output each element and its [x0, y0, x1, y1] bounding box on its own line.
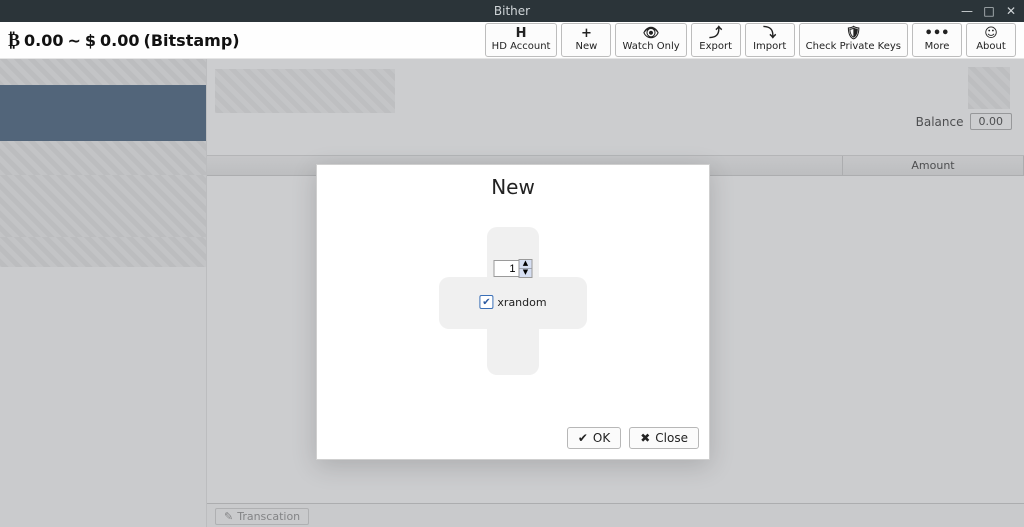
- watch-only-button[interactable]: 👁 Watch Only: [615, 23, 686, 57]
- import-icon: ⤵: [763, 27, 776, 41]
- export-button[interactable]: ⤴ Export: [691, 23, 741, 57]
- amount-header: Amount: [843, 156, 1024, 175]
- hd-account-icon: H: [516, 27, 527, 41]
- close-button[interactable]: ✖ Close: [629, 427, 699, 449]
- check-private-keys-label: Check Private Keys: [806, 42, 901, 53]
- smiley-icon: ☺: [984, 27, 998, 41]
- window-title: Bither: [494, 4, 530, 18]
- new-dialog: New ▲ ▼ ✔ xrandom ✔ OK ✖ Close: [316, 164, 710, 460]
- more-icon: •••: [925, 27, 950, 41]
- new-button[interactable]: + New: [561, 23, 611, 57]
- import-label: Import: [753, 42, 786, 53]
- usd-prefix: $: [85, 31, 96, 50]
- import-button[interactable]: ⤵ Import: [745, 23, 795, 57]
- close-label: Close: [655, 431, 688, 445]
- sidebar-item[interactable]: [0, 237, 206, 267]
- about-label: About: [976, 42, 1006, 53]
- balance-label: Balance: [916, 115, 964, 129]
- header-row: ₿ 0.00 ~ $ 0.00 (Bitstamp) H HD Account …: [0, 22, 1024, 59]
- more-label: More: [925, 42, 950, 53]
- xrandom-row: ✔ xrandom: [479, 295, 546, 309]
- ok-label: OK: [593, 431, 610, 445]
- sidebar-item[interactable]: [0, 59, 206, 85]
- sidebar-item[interactable]: [0, 175, 206, 237]
- close-icon[interactable]: ✕: [1004, 0, 1018, 22]
- title-bar: Bither — □ ✕: [0, 0, 1024, 22]
- maximize-icon[interactable]: □: [982, 0, 996, 22]
- more-button[interactable]: ••• More: [912, 23, 962, 57]
- account-detail: Balance 0.00: [207, 59, 1024, 156]
- sidebar: [0, 59, 207, 527]
- x-icon: ✖: [640, 431, 650, 445]
- address-blur: [215, 69, 395, 113]
- transaction-label: Transcation: [237, 510, 300, 523]
- watch-only-label: Watch Only: [622, 42, 679, 53]
- body: Balance 0.00 Amount ✎ Transcation New ▲: [0, 59, 1024, 527]
- sidebar-item-selected[interactable]: [0, 85, 206, 141]
- minimize-icon[interactable]: —: [960, 0, 974, 22]
- tilde: ~: [68, 31, 81, 50]
- footer: ✎ Transcation: [207, 503, 1024, 527]
- pencil-icon: ✎: [224, 510, 233, 523]
- transaction-button[interactable]: ✎ Transcation: [215, 508, 309, 525]
- ok-button[interactable]: ✔ OK: [567, 427, 621, 449]
- export-label: Export: [699, 42, 732, 53]
- exchange-name: (Bitstamp): [144, 31, 240, 50]
- dialog-actions: ✔ OK ✖ Close: [567, 427, 699, 449]
- btc-amount: 0.00: [24, 31, 63, 50]
- balance-box: Balance 0.00: [916, 113, 1012, 130]
- btc-icon: ₿: [8, 30, 20, 51]
- dialog-title: New: [317, 175, 709, 199]
- xrandom-checkbox[interactable]: ✔: [479, 295, 493, 309]
- count-spinner[interactable]: ▲ ▼: [494, 259, 533, 278]
- export-icon: ⤴: [709, 27, 722, 41]
- hd-account-label: HD Account: [492, 42, 551, 53]
- balance-value: 0.00: [970, 113, 1013, 130]
- spinner-value[interactable]: [494, 260, 519, 277]
- about-button[interactable]: ☺ About: [966, 23, 1016, 57]
- window-controls: — □ ✕: [960, 0, 1018, 22]
- shield-icon: 🛡: [845, 27, 862, 41]
- plus-bg-icon: [439, 263, 587, 411]
- balance-summary: ₿ 0.00 ~ $ 0.00 (Bitstamp): [8, 30, 240, 51]
- hd-account-button[interactable]: H HD Account: [485, 23, 558, 57]
- sidebar-item[interactable]: [0, 141, 206, 175]
- usd-amount: 0.00: [100, 31, 139, 50]
- qr-thumbnail[interactable]: [968, 67, 1010, 109]
- plus-icon: +: [581, 27, 592, 41]
- eye-icon: 👁: [643, 27, 660, 41]
- check-private-keys-button[interactable]: 🛡 Check Private Keys: [799, 23, 908, 57]
- new-label: New: [576, 42, 598, 53]
- xrandom-label: xrandom: [497, 296, 546, 309]
- check-icon: ✔: [578, 431, 588, 445]
- spinner-down-icon[interactable]: ▼: [520, 269, 532, 277]
- spinner-buttons: ▲ ▼: [519, 259, 533, 278]
